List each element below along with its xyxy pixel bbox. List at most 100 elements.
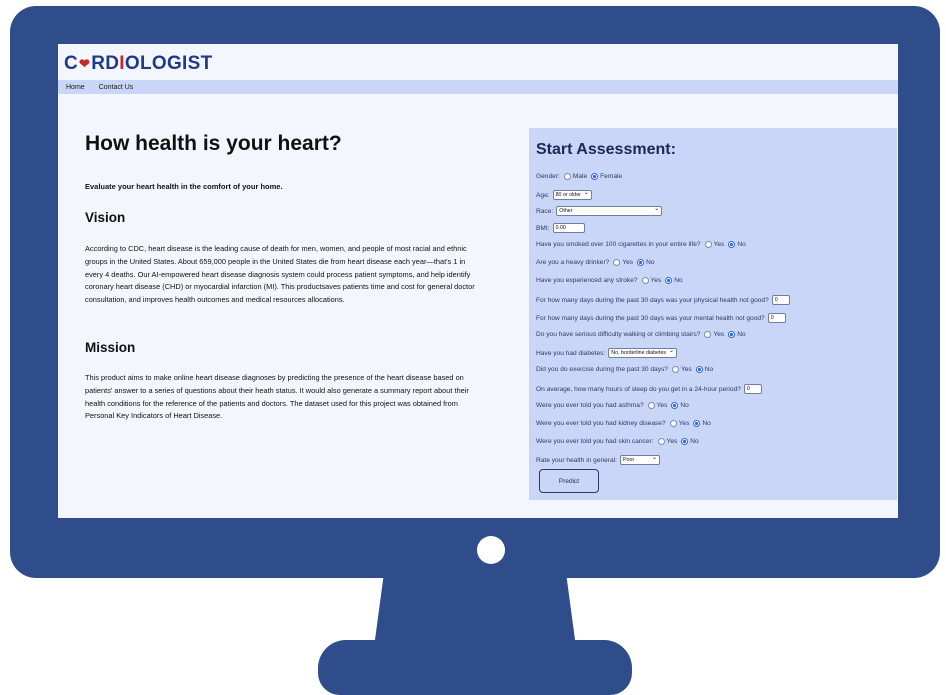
race-select[interactable]: Other — [556, 205, 663, 216]
sleep-label: On average, how many hours of sleep do y… — [536, 385, 741, 393]
gender-row: Gender: Male Female — [536, 173, 622, 180]
bmi-input[interactable]: 0.00 — [552, 223, 585, 233]
asthma-no-radio[interactable] — [671, 402, 679, 409]
brand-logo[interactable]: C ❤ RD I OLOGIST — [64, 53, 212, 75]
age-select[interactable]: 80 or older — [552, 189, 592, 200]
stroke-label: Have you experienced any stroke? — [536, 277, 638, 284]
yes-label: Yes — [666, 438, 678, 445]
gender-male-label: Male — [572, 173, 588, 180]
race-row: Race: Other — [536, 205, 663, 216]
skin-cancer-label: Were you ever told you had skin cancer: — [536, 438, 654, 445]
kidney-row: Were you ever told you had kidney diseas… — [536, 420, 711, 427]
exercise-yes-radio[interactable] — [671, 366, 679, 373]
no-label: No — [737, 331, 746, 338]
smoke-label: Have you smoked over 100 cigarettes in y… — [536, 241, 701, 248]
asthma-row: Were you ever told you had asthma? Yes N… — [536, 402, 689, 409]
gender-male-radio[interactable] — [563, 173, 571, 180]
gender-label: Gender: — [536, 173, 560, 180]
brand-text: C — [64, 53, 79, 74]
nav-home-link[interactable]: Home — [66, 84, 85, 91]
walking-row: Do you have serious difficulty walking o… — [536, 331, 746, 338]
monitor-frame: C ❤ RD I OLOGIST Home Contact Us How health … — [10, 6, 940, 578]
general-health-row: Rate your health in general: Poor — [536, 454, 661, 465]
diabetes-select[interactable]: No, borderline diabetes — [608, 347, 678, 358]
stroke-row: Have you experienced any stroke? Yes No — [536, 277, 683, 284]
page-subtitle: Evaluate your heart health in the comfor… — [85, 182, 283, 191]
no-label: No — [680, 402, 689, 409]
smoke-row: Have you smoked over 100 cigarettes in y… — [536, 241, 746, 248]
walking-yes-radio[interactable] — [704, 331, 712, 338]
top-nav: Home Contact Us — [58, 80, 898, 94]
walking-label: Do you have serious difficulty walking o… — [536, 331, 701, 338]
diabetes-row: Have you had diabetes: No, borderline di… — [536, 347, 678, 358]
mental-health-label: For how many days during the past 30 day… — [536, 314, 765, 322]
nav-contact-link[interactable]: Contact Us — [99, 84, 134, 91]
kidney-no-radio[interactable] — [693, 420, 701, 427]
page-title: How health is your heart? — [85, 132, 342, 155]
smoke-no-radio[interactable] — [728, 241, 736, 248]
skin-cancer-no-radio[interactable] — [681, 438, 689, 445]
vision-heading: Vision — [85, 210, 126, 225]
predict-button[interactable]: Predict — [539, 469, 599, 493]
form-title: Start Assessment: — [536, 141, 676, 158]
yes-label: Yes — [713, 331, 725, 338]
intro-section: How health is your heart? Evaluate your … — [85, 132, 480, 420]
age-row: Age: 80 or older — [536, 189, 592, 200]
race-label: Race: — [536, 207, 554, 215]
bmi-row: BMI: 0.00 — [536, 223, 585, 233]
no-label: No — [646, 259, 655, 266]
yes-label: Yes — [678, 420, 690, 427]
yes-label: Yes — [713, 241, 725, 248]
gender-female-radio[interactable] — [591, 173, 599, 180]
mission-heading: Mission — [85, 340, 136, 355]
general-health-label: Rate your health in general: — [536, 456, 618, 464]
gender-female-label: Female — [600, 173, 623, 180]
stroke-yes-radio[interactable] — [641, 277, 649, 284]
no-label: No — [702, 420, 711, 427]
brand-text: OLOGIST — [124, 53, 213, 74]
asthma-label: Were you ever told you had asthma? — [536, 402, 644, 409]
yes-label: Yes — [650, 277, 662, 284]
bmi-label: BMI: — [536, 224, 550, 232]
screen: C ❤ RD I OLOGIST Home Contact Us How health … — [58, 44, 898, 518]
sleep-input[interactable]: 0 — [743, 384, 762, 394]
physical-health-row: For how many days during the past 30 day… — [536, 295, 790, 305]
mission-text: This product aims to make online heart d… — [85, 373, 469, 421]
power-button-icon — [477, 536, 505, 564]
no-label: No — [674, 277, 683, 284]
sleep-row: On average, how many hours of sleep do y… — [536, 384, 762, 394]
age-label: Age: — [536, 191, 550, 199]
physical-health-label: For how many days during the past 30 day… — [536, 296, 769, 304]
brand-text: RD — [91, 53, 120, 74]
no-label: No — [704, 366, 714, 373]
no-label: No — [737, 241, 746, 248]
yes-label: Yes — [656, 402, 668, 409]
asthma-yes-radio[interactable] — [647, 402, 655, 409]
drinker-yes-radio[interactable] — [613, 259, 621, 266]
vision-text: According to CDC, heart disease is the l… — [85, 244, 475, 305]
assessment-form: Start Assessment: Gender: Male Female Ag… — [529, 128, 897, 500]
kidney-yes-radio[interactable] — [669, 420, 677, 427]
skin-cancer-row: Were you ever told you had skin cancer: … — [536, 438, 699, 445]
smoke-yes-radio[interactable] — [704, 241, 712, 248]
monitor-stand-base — [318, 640, 632, 695]
mental-health-row: For how many days during the past 30 day… — [536, 313, 786, 323]
skin-cancer-yes-radio[interactable] — [657, 438, 665, 445]
physical-health-input[interactable]: 0 — [771, 295, 790, 305]
drinker-label: Are you a heavy drinker? — [536, 259, 610, 266]
kidney-label: Were you ever told you had kidney diseas… — [536, 420, 666, 427]
drinker-row: Are you a heavy drinker? Yes No — [536, 259, 655, 266]
drinker-no-radio[interactable] — [637, 259, 645, 266]
stroke-no-radio[interactable] — [665, 277, 673, 284]
yes-label: Yes — [680, 366, 692, 373]
heart-icon: ❤ — [79, 56, 91, 71]
exercise-label: Did you do exercise during the past 30 d… — [536, 366, 668, 373]
yes-label: Yes — [622, 259, 634, 266]
diabetes-label: Have you had diabetes: — [536, 349, 606, 357]
exercise-row: Did you do exercise during the past 30 d… — [536, 366, 713, 373]
mental-health-input[interactable]: 0 — [767, 313, 786, 323]
no-label: No — [690, 438, 699, 445]
general-health-select[interactable]: Poor — [620, 454, 661, 465]
exercise-no-radio[interactable] — [695, 366, 703, 373]
walking-no-radio[interactable] — [728, 331, 736, 338]
